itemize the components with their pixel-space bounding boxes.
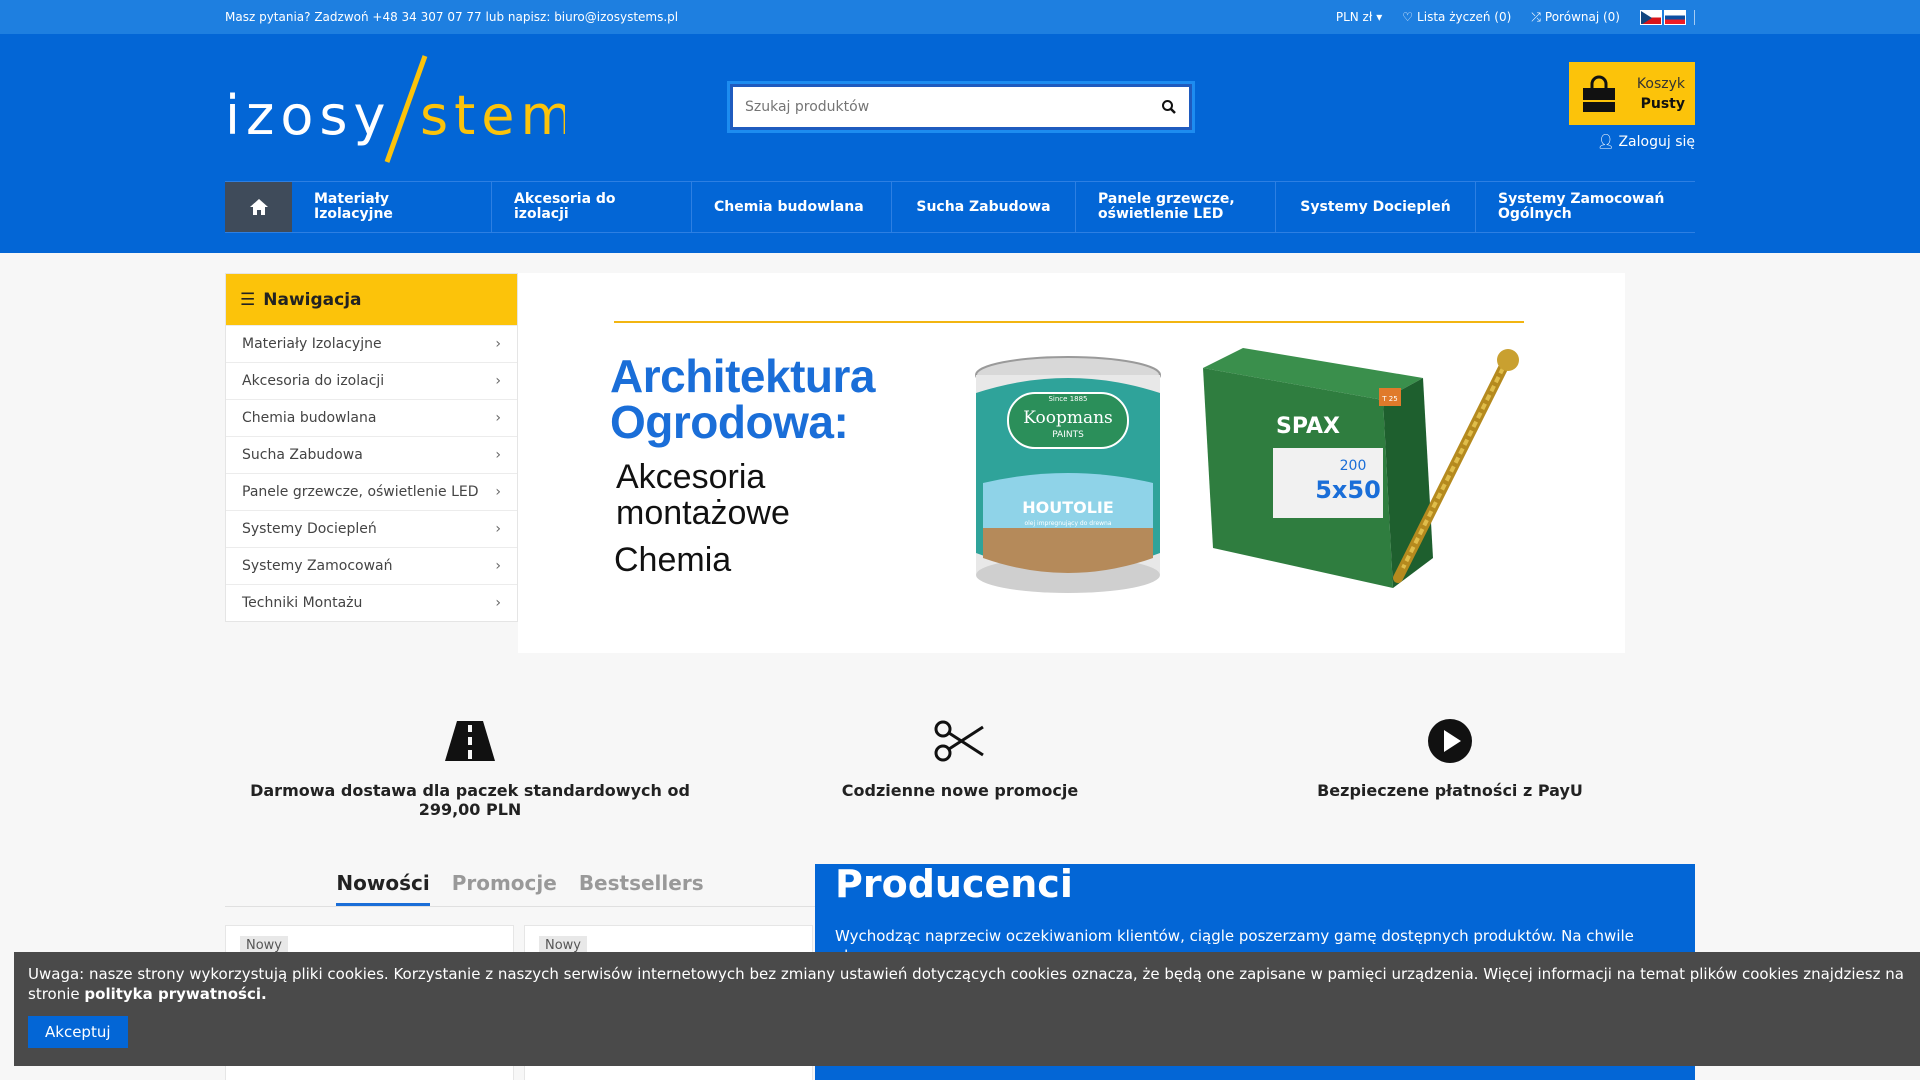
search-box (727, 81, 1195, 133)
chevron-right-icon: › (495, 595, 501, 611)
promo-banner[interactable]: Architektura Ogrodowa: Akcesoria montażo… (518, 273, 1625, 653)
nav-item-sucha-zabudowa[interactable]: Sucha Zabudowa (892, 182, 1076, 232)
sidebar-item-techniki-montazu[interactable]: Techniki Montażu › (226, 584, 517, 621)
feature-secure-payments: Bezpieczene płatności z PayU (1205, 713, 1695, 823)
sidebar-item-panele[interactable]: Panele grzewcze, oświetlenie LED › (226, 473, 517, 510)
svg-text:olej impregnujący do drewna: olej impregnujący do drewna (1024, 520, 1111, 527)
cookie-banner: Uwaga: nasze strony wykorzystują pliki c… (14, 952, 1920, 1066)
chevron-right-icon: › (495, 410, 501, 426)
banner-divider (614, 321, 1524, 323)
chevron-right-icon: › (495, 373, 501, 389)
logo[interactable]: izosy stems (225, 54, 565, 164)
home-icon (249, 199, 268, 215)
search-icon[interactable] (1161, 99, 1177, 115)
chevron-right-icon: › (495, 336, 501, 352)
nav-item-panele[interactable]: Panele grzewcze, oświetlenie LED (1076, 182, 1276, 232)
cart-label: Koszyk (1636, 75, 1685, 92)
sidebar-item-materialy[interactable]: Materiały Izolacyjne › (226, 325, 517, 362)
tab-bestsellers[interactable]: Bestsellers (579, 865, 704, 906)
compare-link[interactable]: ⤮ Porównaj (0) (1531, 10, 1620, 25)
chevron-right-icon: › (495, 521, 501, 537)
nav-item-systemy-zamocowan[interactable]: Systemy Zamocowań Ogólnych (1476, 182, 1695, 232)
shopping-bag-icon (1583, 75, 1615, 112)
sidebar-item-systemy-docieplen[interactable]: Systemy Dociepleń › (226, 510, 517, 547)
svg-text:stems: stems (420, 84, 565, 147)
main-navigation: Materiały Izolacyjne Akcesoria do izolac… (225, 181, 1695, 233)
accept-cookies-button[interactable]: Akceptuj (28, 1016, 128, 1048)
currency-selector[interactable]: PLN zł ▾ (1336, 10, 1382, 24)
feature-daily-promos: Codzienne nowe promocje (715, 713, 1205, 823)
chevron-right-icon: › (495, 558, 501, 574)
svg-text:PAINTS: PAINTS (1052, 430, 1084, 440)
cart-button[interactable]: Koszyk Pusty (1569, 62, 1695, 125)
sidebar-header: ☰ Nawigacja (226, 274, 517, 325)
cart-status: Pusty (1640, 95, 1685, 112)
nav-item-materialy[interactable]: Materiały Izolacyjne (292, 182, 492, 232)
sidebar-navigation: ☰ Nawigacja Materiały Izolacyjne › Akceso… (225, 273, 518, 622)
svg-text:5x50: 5x50 (1315, 476, 1381, 504)
login-link[interactable]: 👤︎ Zaloguj się (1597, 134, 1695, 150)
chevron-right-icon: › (495, 484, 501, 500)
wishlist-link[interactable]: ♡ Lista życzeń (0) (1402, 10, 1511, 24)
privacy-policy-link[interactable]: polityka prywatności. (84, 985, 266, 1003)
product-tabs: Nowości Promocje Bestsellers (225, 865, 815, 907)
feature-free-delivery: Darmowa dostawa dla paczek standardowych… (225, 713, 715, 823)
features-row: Darmowa dostawa dla paczek standardowych… (225, 713, 1695, 823)
cookie-text: Uwaga: nasze strony wykorzystują pliki c… (28, 965, 1904, 1003)
home-button[interactable] (225, 182, 292, 232)
sidebar-item-systemy-zamocowan[interactable]: Systemy Zamocowań › (226, 547, 517, 584)
banner-subtitle-chemia: Chemia (614, 541, 732, 579)
banner-title: Architektura Ogrodowa: (610, 350, 875, 448)
slovak-flag-icon[interactable] (1664, 9, 1686, 25)
tab-promocje[interactable]: Promocje (452, 865, 557, 906)
svg-text:Since 1885: Since 1885 (1048, 395, 1087, 403)
shuffle-icon: ⤮ (1531, 9, 1541, 24)
nav-item-systemy-docieplen[interactable]: Systemy Dociepleń (1276, 182, 1476, 232)
svg-text:T 25: T 25 (1381, 395, 1397, 403)
play-circle-icon (1428, 719, 1472, 763)
sidebar-item-sucha-zabudowa[interactable]: Sucha Zabudowa › (226, 436, 517, 473)
sidebar-item-chemia[interactable]: Chemia budowlana › (226, 399, 517, 436)
screw-box-image: SPAX 200 5x50 T 25 (1203, 348, 1519, 588)
svg-text:HOUTOLIE: HOUTOLIE (1022, 498, 1114, 517)
language-flags (1640, 9, 1695, 25)
banner-subtitle: Akcesoria montażowe (616, 458, 790, 532)
chevron-right-icon: › (495, 447, 501, 463)
contact-info: Masz pytania? Zadzwoń +48 34 307 07 77 l… (225, 10, 679, 24)
header: izosy stems Koszyk Pusty (0, 34, 1920, 253)
paint-can-image: Since 1885 Koopmans PAINTS HOUTOLIE olej… (975, 356, 1161, 593)
sidebar-item-akcesoria[interactable]: Akcesoria do izolacji › (226, 362, 517, 399)
nav-item-chemia[interactable]: Chemia budowlana (692, 182, 892, 232)
czech-flag-icon[interactable] (1640, 9, 1662, 25)
top-bar: Masz pytania? Zadzwoń +48 34 307 07 77 l… (0, 0, 1920, 34)
heart-icon: ♡ (1402, 10, 1414, 24)
nav-item-akcesoria[interactable]: Akcesoria do izolacji (492, 182, 692, 232)
svg-text:izosy: izosy (225, 84, 391, 147)
chevron-down-icon: ▾ (1376, 10, 1383, 24)
svg-text:Koopmans: Koopmans (1023, 408, 1113, 428)
user-icon: 👤︎ (1596, 134, 1615, 150)
road-icon (445, 721, 495, 761)
scissors-icon (934, 720, 984, 762)
svg-text:SPAX: SPAX (1276, 414, 1340, 439)
tab-nowosci[interactable]: Nowości (336, 865, 430, 906)
menu-icon: ☰ (240, 289, 256, 310)
search-input[interactable] (745, 99, 1161, 115)
producers-title: Producenci (835, 862, 1073, 906)
svg-text:200: 200 (1340, 458, 1367, 474)
